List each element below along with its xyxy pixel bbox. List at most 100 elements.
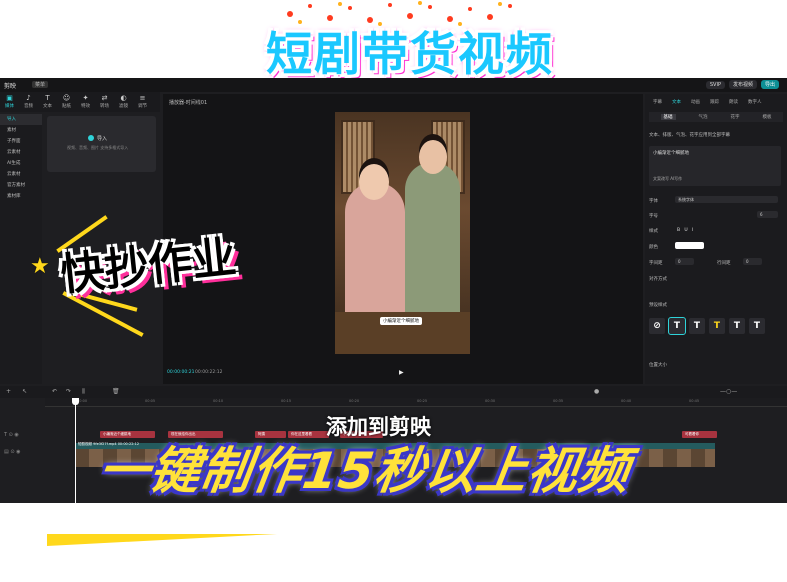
tab-effects[interactable]: ✦ 特效 xyxy=(76,92,95,112)
text-value[interactable]: 小编渐近个细腻地 xyxy=(653,150,689,156)
import-label: 导入 xyxy=(97,136,108,142)
properties-panel: 字幕 文本 动画 跟踪 朗读 数字人 基础 气泡 花字 模板 文本、排版、气泡、… xyxy=(645,94,787,384)
tab-media[interactable]: ▣ 媒体 xyxy=(0,92,19,112)
tab-text[interactable]: T 文本 xyxy=(38,92,57,112)
import-hint: 视频、音频、图片 支持多格式导入 xyxy=(67,145,129,150)
menu-button[interactable]: 菜单 xyxy=(32,81,49,88)
tab-animation[interactable]: 动画 xyxy=(687,98,704,106)
mic-icon[interactable]: ● xyxy=(594,388,599,395)
tab-filter[interactable]: ◐ 滤镜 xyxy=(114,92,133,112)
subtab-basic[interactable]: 基础 xyxy=(660,114,676,120)
total-duration: 00:00:22:12 xyxy=(195,370,223,375)
preset-style[interactable]: T xyxy=(709,318,725,334)
subtab-fancy[interactable]: 花字 xyxy=(731,114,740,120)
sidenav-item[interactable]: 素材 xyxy=(0,125,42,136)
prop-tabs: 字幕 文本 动画 跟踪 朗读 数字人 xyxy=(645,94,787,106)
redo-icon[interactable]: ↷ xyxy=(66,388,71,395)
effects-icon: ✦ xyxy=(82,94,89,102)
tab-label: 转场 xyxy=(100,104,109,109)
zoom-slider[interactable]: —○— xyxy=(720,388,737,395)
yellow-stripe xyxy=(47,521,277,547)
font-select[interactable]: 系统字体 xyxy=(675,196,778,203)
media-icon: ▣ xyxy=(6,94,13,102)
tab-label: 贴纸 xyxy=(62,104,71,109)
preset-style[interactable]: T xyxy=(668,317,686,335)
delete-icon[interactable]: 🗑 xyxy=(112,388,120,395)
tab-digital-human[interactable]: 数字人 xyxy=(744,98,766,106)
share-button[interactable]: 发布视频 xyxy=(728,80,757,89)
sidenav-item[interactable]: 子界面 xyxy=(0,136,42,147)
preset-style[interactable]: T xyxy=(749,318,765,334)
apply-all-checkbox[interactable]: 文本、排版、气泡、花字应用到全部字幕 xyxy=(649,132,730,138)
transition-icon: ⇄ xyxy=(101,94,108,102)
timeline-toolbar: + ↖ ↶ ↷ ⫼ 🗑 ● —○— xyxy=(0,386,787,398)
add-icon[interactable]: + xyxy=(6,388,11,395)
spacing-input[interactable]: 0 xyxy=(675,258,694,265)
sidenav-item[interactable]: 官方素材 xyxy=(0,180,42,191)
subtitle-caption[interactable]: 小编渐近个细腻地 xyxy=(380,317,422,325)
time-ruler[interactable]: 00:00 00:05 00:10 00:15 00:20 00:25 00:3… xyxy=(45,398,787,407)
subtab-template[interactable]: 模板 xyxy=(763,114,772,120)
menubar-right: SVIP 发布视频 导出 xyxy=(705,80,779,89)
tab-audio[interactable]: ♪ 音频 xyxy=(19,92,38,112)
size-label: 字号 xyxy=(649,214,658,219)
woman-head xyxy=(419,140,447,174)
play-icon[interactable]: ▶ xyxy=(399,369,404,376)
girl-head xyxy=(359,164,389,200)
sidenav-item[interactable]: 素材库 xyxy=(0,191,42,202)
track-controls[interactable]: ▤ ⊙ ◉ xyxy=(4,449,20,455)
tab-adjust[interactable]: ≡ 调节 xyxy=(133,92,152,112)
tab-label: 特效 xyxy=(81,104,90,109)
split-icon[interactable]: ⫼ xyxy=(82,388,85,396)
sidenav-item[interactable]: 云素材 xyxy=(0,169,42,180)
preset-none[interactable]: ⊘ xyxy=(649,318,665,334)
pointer-icon[interactable]: ↖ xyxy=(22,388,27,395)
tab-read[interactable]: 朗读 xyxy=(725,98,742,106)
ai-write-button[interactable]: 文案改写 AI写作 xyxy=(653,176,682,182)
subtab-bubble[interactable]: 气泡 xyxy=(699,114,708,120)
text-clip[interactable]: 可看看你 xyxy=(682,431,717,438)
video-player: 播放器-时间线01 小编渐近个细腻地 00:00:00:21 00:00:22:… xyxy=(163,94,643,384)
preset-styles: ⊘ T T T T T xyxy=(649,317,765,335)
tab-label: 调节 xyxy=(138,104,147,109)
audio-icon: ♪ xyxy=(26,94,31,102)
filter-icon: ◐ xyxy=(120,94,127,102)
svip-badge[interactable]: SVIP xyxy=(705,80,725,89)
player-title: 播放器-时间线01 xyxy=(169,100,208,106)
style-label: 样式 xyxy=(649,229,658,234)
align-label: 对齐方式 xyxy=(649,277,667,282)
preset-style[interactable]: T xyxy=(729,318,745,334)
ruler-tick: 00:30 xyxy=(485,399,496,403)
text-editor[interactable]: 小编渐近个细腻地 文案改写 AI写作 xyxy=(649,146,781,186)
ruler-tick: 00:45 xyxy=(689,399,700,403)
girl-figure xyxy=(345,182,405,332)
preset-style[interactable]: T xyxy=(689,318,705,334)
video-preview[interactable]: 小编渐近个细腻地 xyxy=(335,112,470,354)
tab-sticker[interactable]: ☺ 贴纸 xyxy=(57,92,76,112)
tab-transition[interactable]: ⇄ 转场 xyxy=(95,92,114,112)
tab-subtitle[interactable]: 字幕 xyxy=(649,98,666,106)
color-swatch[interactable] xyxy=(675,242,704,249)
current-time: 00:00:00:21 xyxy=(167,370,195,375)
undo-icon[interactable]: ↶ xyxy=(52,388,57,395)
position-label: 位置大小 xyxy=(649,363,667,368)
line-spacing-input[interactable]: 0 xyxy=(743,258,762,265)
sidenav-item[interactable]: 云素材 xyxy=(0,147,42,158)
sidenav-item[interactable]: 导入 xyxy=(0,114,42,125)
tab-text[interactable]: 文本 xyxy=(668,98,685,106)
tab-label: 音频 xyxy=(24,104,33,109)
font-label: 字体 xyxy=(649,199,658,204)
prop-subtabs: 基础 气泡 花字 模板 xyxy=(649,112,783,122)
import-dropzone[interactable]: 导入 视频、音频、图片 支持多格式导入 xyxy=(47,116,156,172)
tab-tracking[interactable]: 跟踪 xyxy=(706,98,723,106)
ruler-tick: 00:40 xyxy=(621,399,632,403)
star-icon: ★ xyxy=(30,254,50,279)
menubar: 剪映 菜单 SVIP 发布视频 导出 xyxy=(0,78,787,92)
ruler-tick: 00:10 xyxy=(213,399,224,403)
app-name: 剪映 xyxy=(4,83,17,90)
style-buttons[interactable]: B U I xyxy=(677,228,693,233)
track-controls[interactable]: T ⊙ ◉ xyxy=(4,432,19,438)
export-button[interactable]: 导出 xyxy=(760,80,779,89)
size-input[interactable]: 6 xyxy=(757,211,778,218)
sidenav-item[interactable]: AI生成 xyxy=(0,158,42,169)
